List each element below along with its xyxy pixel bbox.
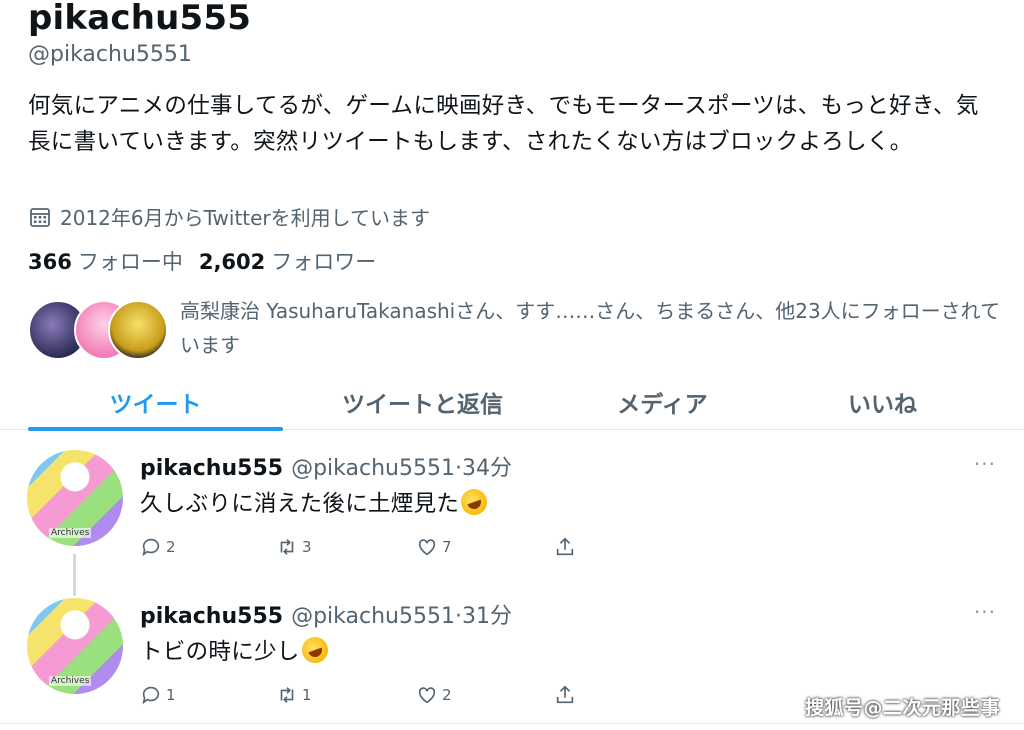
share-button[interactable] — [554, 684, 576, 706]
followers-link[interactable]: 2,602 フォロワー — [199, 246, 376, 276]
followers-count: 2,602 — [198, 250, 266, 274]
tweet-body: 久しぶりに消えた後に土煙見た — [140, 491, 460, 517]
followed-by-text: 高梨康治 YasuharuTakanashiさん、すす……さん、ちまるさん、他2… — [180, 299, 1001, 357]
reply-button[interactable]: 1 — [140, 684, 176, 706]
tab-likes[interactable]: いいね — [790, 374, 975, 430]
tab-tweets[interactable]: ツイート — [28, 374, 283, 431]
mutual-avatar — [108, 300, 168, 360]
retweet-count: 1 — [302, 686, 312, 704]
tweet-timestamp[interactable]: ·34分 — [455, 450, 512, 482]
like-count: 2 — [442, 686, 452, 704]
tweet-author-name[interactable]: pikachu555 — [140, 456, 283, 481]
mutual-avatars — [28, 300, 168, 360]
like-count: 7 — [442, 538, 452, 556]
tweet-author-handle[interactable]: @pikachu5551 — [291, 456, 455, 481]
like-button[interactable]: 7 — [416, 536, 452, 558]
retweet-count: 3 — [302, 538, 312, 556]
tweet-text: 久しぶりに消えた後に土煙見た — [140, 485, 491, 519]
reply-count: 2 — [166, 538, 176, 556]
retweet-icon — [280, 539, 294, 555]
following-link[interactable]: 366 フォロー中 — [28, 246, 183, 276]
tweet-avatar[interactable]: Archives — [27, 450, 123, 546]
tweet-actions: 2 3 7 — [140, 536, 600, 562]
tweet-header: pikachu555 @pikachu5551 ·34分 — [140, 450, 512, 482]
calendar-icon — [30, 207, 50, 227]
following-count: 366 — [28, 250, 72, 274]
active-tab-indicator — [28, 427, 283, 431]
avatar-caption: Archives — [49, 528, 92, 538]
profile-bio: 何気にアニメの仕事してるが、ゲームに映画好き、でもモータースポーツは、もっと好き… — [28, 93, 979, 155]
reply-icon — [142, 538, 160, 557]
retweet-icon — [280, 687, 294, 703]
retweet-button[interactable]: 1 — [276, 684, 312, 706]
watermark: 搜狐号@二次元那些事 — [804, 697, 1000, 719]
like-icon — [418, 539, 436, 556]
tweet-actions: 1 1 2 — [140, 684, 600, 710]
more-icon[interactable]: ··· — [974, 600, 996, 624]
tweet-timestamp[interactable]: ·31分 — [455, 598, 512, 630]
tweet-header: pikachu555 @pikachu5551 ·31分 — [140, 598, 512, 630]
more-icon[interactable]: ··· — [974, 452, 996, 476]
profile-handle: @pikachu5551 — [28, 42, 192, 67]
follow-stats: 366 フォロー中 2,602 フォロワー — [28, 246, 376, 276]
tweet-author-name[interactable]: pikachu555 — [140, 604, 283, 629]
joined-text: 2012年6月からTwitterを利用しています — [60, 206, 431, 230]
avatar-caption: Archives — [49, 676, 92, 686]
rofl-emoji-icon — [457, 485, 491, 519]
tab-label: ツイートと返信 — [342, 392, 503, 418]
reply-button[interactable]: 2 — [140, 536, 176, 558]
retweet-button[interactable]: 3 — [276, 536, 312, 558]
tweet-author-handle[interactable]: @pikachu5551 — [291, 604, 455, 629]
tweet-avatar[interactable]: Archives — [27, 598, 123, 694]
like-icon — [418, 687, 436, 704]
followers-you-know[interactable]: 高梨康治 YasuharuTakanashiさん、すす……さん、ちまるさん、他2… — [28, 292, 1008, 364]
share-icon — [556, 537, 574, 556]
profile-display-name: pikachu555 — [28, 0, 252, 38]
reply-count: 1 — [166, 686, 176, 704]
reply-icon — [142, 686, 160, 705]
rofl-emoji-icon — [297, 633, 332, 667]
followers-label: フォロワー — [271, 250, 377, 274]
tweet-text: トビの時に少し — [140, 633, 332, 667]
tweet[interactable]: Archives pikachu555 @pikachu5551 ·34分 ··… — [0, 440, 1024, 586]
like-button[interactable]: 2 — [416, 684, 452, 706]
joined-date: 2012年6月からTwitterを利用しています — [28, 202, 430, 231]
share-icon — [556, 685, 574, 704]
tab-label: ツイート — [109, 392, 202, 418]
tab-label: いいね — [848, 392, 917, 418]
tab-tweets-and-replies[interactable]: ツイートと返信 — [300, 374, 545, 430]
following-label: フォロー中 — [77, 250, 183, 274]
profile-tabs: ツイート ツイートと返信 メディア いいね — [0, 374, 1024, 431]
tab-media[interactable]: メディア — [570, 374, 755, 430]
tweet-body: トビの時に少し — [140, 639, 300, 665]
share-button[interactable] — [554, 536, 576, 558]
tab-label: メディア — [617, 392, 708, 418]
